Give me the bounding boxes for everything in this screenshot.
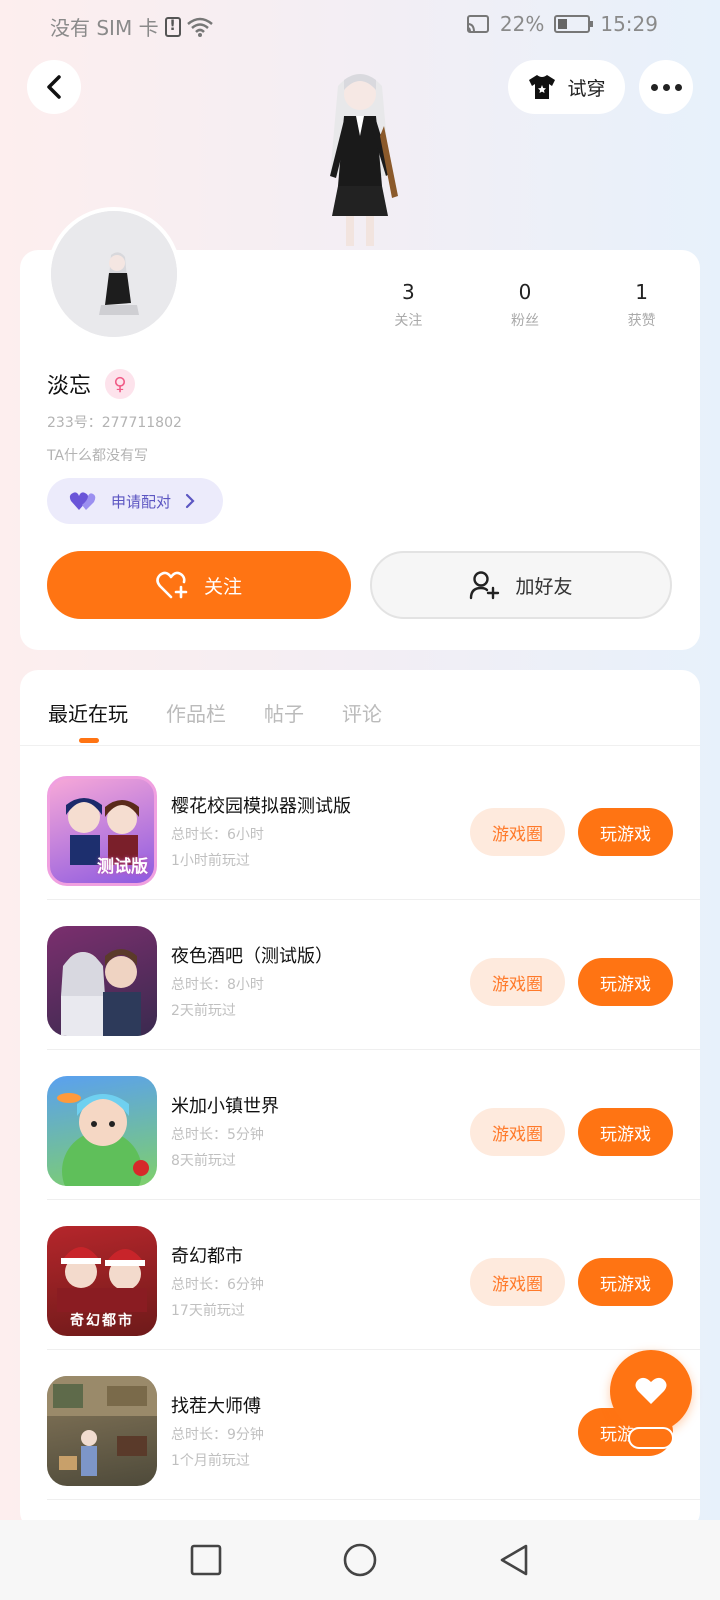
tab-indicator: [79, 738, 99, 743]
game-icon-miga-town[interactable]: [47, 1076, 157, 1186]
game-title: 奇幻都市: [171, 1246, 243, 1267]
profile-tabs: 最近在玩 作品栏 帖子 评论: [48, 698, 382, 727]
chevron-left-icon: [47, 75, 61, 99]
game-row[interactable]: 测试版 樱花校园模拟器测试版 总时长：6小时 1小时前玩过 游戏圈 玩游戏: [47, 750, 700, 900]
carrier-text: 没有 SIM 卡: [50, 16, 159, 40]
avatar-figure: [51, 211, 177, 337]
play-game-button[interactable]: 玩游戏: [578, 1108, 673, 1156]
game-row[interactable]: 夜色酒吧（测试版） 总时长：8小时 2天前玩过 游戏圈 玩游戏: [47, 900, 700, 1050]
game-row[interactable]: 找茬大师傅 总时长：9分钟 1个月前玩过 玩游戏: [47, 1350, 700, 1500]
game-icon-fantasy-city[interactable]: 奇幻都市: [47, 1226, 157, 1336]
game-title: 夜色酒吧（测试版）: [171, 946, 333, 967]
stat-following-value: 3: [401, 280, 415, 304]
game-circle-button[interactable]: 游戏圈: [470, 1108, 565, 1156]
try-on-label: 试穿: [567, 77, 606, 100]
game-title: 找茬大师傅: [171, 1396, 261, 1417]
add-user-icon: [470, 571, 500, 600]
game-row[interactable]: 奇幻都市 奇幻都市 总时长：6分钟 17天前玩过 游戏圈 玩游戏: [47, 1200, 700, 1350]
back-button[interactable]: [27, 60, 81, 114]
stat-likes-label: 获赞: [627, 313, 656, 329]
game-icon-sakura-school[interactable]: 测试版: [47, 776, 157, 886]
avatar[interactable]: [47, 207, 181, 341]
wifi-icon: [186, 17, 213, 37]
game-title: 米加小镇世界: [171, 1096, 279, 1117]
stat-fans-label: 粉丝: [510, 313, 539, 329]
stat-fans[interactable]: 0 粉丝: [470, 280, 580, 330]
clock: 15:29: [600, 12, 658, 36]
game-icon-caption: 奇幻都市: [70, 1313, 134, 1329]
status-bar: 没有 SIM 卡 ! 22% 15:29: [0, 0, 720, 52]
game-icon-spot-difference[interactable]: [47, 1376, 157, 1486]
tab-comments[interactable]: 评论: [342, 698, 382, 727]
game-circle-button[interactable]: 游戏圈: [470, 1258, 565, 1306]
game-duration: 总时长：6小时: [171, 827, 264, 843]
user-id: 233号：277711802: [47, 415, 182, 431]
more-dots-icon: [650, 83, 682, 91]
heart-icon: [635, 1377, 667, 1404]
game-row[interactable]: 米加小镇世界 总时长：5分钟 8天前玩过 游戏圈 玩游戏: [47, 1050, 700, 1200]
game-last-played: 1小时前玩过: [171, 853, 250, 869]
game-duration: 总时长：8小时: [171, 977, 264, 993]
battery-value: 22: [499, 12, 526, 36]
game-icon-caption: 测试版: [97, 857, 148, 877]
play-game-button[interactable]: 玩游戏: [578, 958, 673, 1006]
game-icon-art: [57, 1093, 149, 1186]
female-gender-icon: ♀: [105, 369, 136, 399]
home-circle-icon[interactable]: [342, 1542, 378, 1578]
game-last-played: 2天前玩过: [171, 1003, 236, 1019]
status-left: 没有 SIM 卡 !: [50, 12, 213, 41]
add-friend-button[interactable]: 加好友: [370, 551, 672, 619]
game-last-played: 8天前玩过: [171, 1153, 236, 1169]
game-icon-art: [61, 949, 141, 1036]
tab-works[interactable]: 作品栏: [166, 698, 226, 727]
status-right: 22% 15:29: [466, 12, 658, 36]
floating-like-button[interactable]: [610, 1350, 692, 1432]
stat-following[interactable]: 3 关注: [353, 280, 463, 330]
more-button[interactable]: [639, 60, 693, 114]
recent-apps-square-icon[interactable]: [190, 1544, 222, 1576]
username: 淡忘: [47, 374, 92, 399]
apply-pair-button[interactable]: 申请配对: [47, 478, 223, 524]
shirt-icon: [529, 75, 556, 99]
game-duration: 总时长：6分钟: [171, 1277, 264, 1293]
user-bio: TA什么都没有写: [47, 448, 149, 464]
apply-pair-label: 申请配对: [111, 492, 172, 511]
game-icon-art: [47, 1376, 157, 1476]
stat-likes-value: 1: [635, 280, 648, 304]
try-on-button[interactable]: 试穿: [508, 60, 625, 114]
battery-icon: [554, 15, 594, 33]
game-duration: 总时长：9分钟: [171, 1427, 264, 1443]
tab-posts[interactable]: 帖子: [264, 698, 304, 727]
game-circle-button[interactable]: 游戏圈: [470, 808, 565, 856]
game-circle-button[interactable]: 游戏圈: [470, 958, 565, 1006]
game-icon-night-bar[interactable]: [47, 926, 157, 1036]
stat-following-label: 关注: [394, 313, 423, 329]
stats-row: 3 关注 0 粉丝 1 获赞: [350, 280, 700, 330]
character-avatar-figure: [330, 74, 398, 246]
sim-alert-icon: !: [164, 16, 181, 37]
add-friend-label: 加好友: [515, 575, 573, 598]
game-title: 樱花校园模拟器测试版: [171, 796, 351, 817]
stat-fans-value: 0: [518, 280, 532, 304]
chevron-right-icon: [185, 493, 195, 509]
system-nav-bar: [0, 1520, 720, 1600]
battery-percent: 22%: [499, 12, 545, 36]
stat-likes[interactable]: 1 获赞: [587, 280, 697, 330]
game-duration: 总时长：5分钟: [171, 1127, 264, 1143]
tabs-divider: [20, 745, 700, 746]
game-last-played: 1个月前玩过: [171, 1453, 250, 1469]
play-game-button[interactable]: 玩游戏: [578, 1258, 673, 1306]
heart-plus-icon: [156, 571, 188, 599]
play-game-button[interactable]: 玩游戏: [578, 808, 673, 856]
tab-recently-playing[interactable]: 最近在玩: [48, 698, 128, 727]
double-heart-icon: [69, 492, 96, 510]
follow-button[interactable]: 关注: [47, 551, 351, 619]
username-row: 淡忘 ♀: [47, 368, 136, 400]
floating-like-pill: [628, 1427, 674, 1449]
follow-label: 关注: [203, 575, 242, 598]
game-last-played: 17天前玩过: [171, 1303, 245, 1319]
back-triangle-icon[interactable]: [498, 1543, 530, 1577]
cast-icon: [466, 15, 489, 33]
